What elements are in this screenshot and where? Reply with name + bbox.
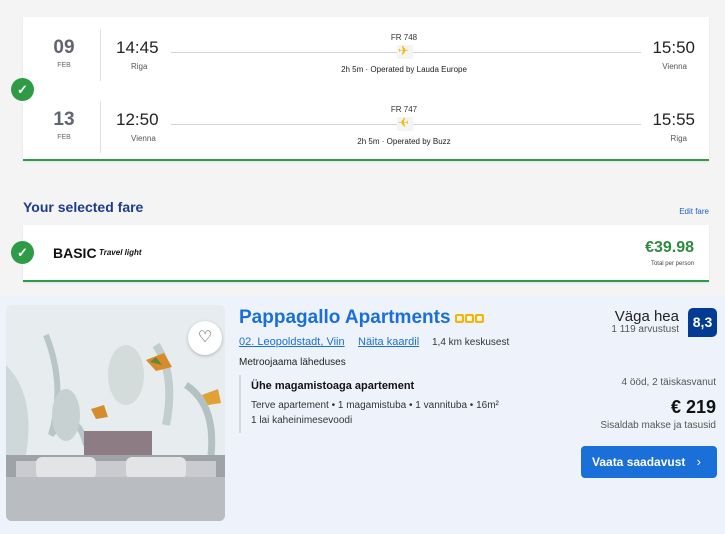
- star-icon: [475, 314, 484, 323]
- hotel-price: € 219: [670, 397, 716, 417]
- departure-time: 14:45: [116, 38, 159, 57]
- favorite-heart-icon[interactable]: ♡: [188, 321, 222, 355]
- fare-name: BASIC: [53, 245, 97, 261]
- taxes-note: Sisaldab makse ja tasusid: [600, 420, 716, 431]
- review-count: 1 119 arvustust: [611, 324, 679, 335]
- plane-outbound-icon: ✈: [397, 43, 413, 59]
- edit-fare-link[interactable]: Edit fare: [679, 207, 709, 216]
- flight-number: FR 747: [390, 105, 418, 114]
- departure-city: Vienna: [131, 134, 156, 143]
- arrival-time: 15:55: [652, 110, 695, 129]
- show-on-map-link[interactable]: Näita kaardil: [358, 336, 419, 348]
- flight-month: FEB: [57, 62, 71, 69]
- review-score-badge: 8,3: [688, 308, 717, 337]
- see-availability-label: Vaata saadavust: [592, 455, 686, 469]
- departure-time: 12:50: [116, 110, 159, 129]
- flight-day: 09: [53, 37, 75, 58]
- arrival-city: Riga: [670, 134, 687, 143]
- arrival-time: 15:50: [652, 38, 695, 57]
- flight-row-outbound: 09 FEB 14:45 Riga FR 748 ✈ 2h 5m · Opera…: [23, 29, 709, 89]
- selected-fare-card: BASIC Travel light €39.98 Total per pers…: [23, 225, 709, 282]
- bed-info: 1 lai kaheinimesevoodi: [251, 415, 353, 426]
- arrival-city: Vienna: [662, 62, 687, 71]
- checkmark-icon: ✓: [11, 78, 34, 101]
- room-type: Ühe magamistoaga apartement: [251, 380, 415, 392]
- room-info-divider: [239, 375, 241, 433]
- chevron-right-icon: ›: [696, 454, 701, 469]
- checkmark-icon: ✓: [11, 241, 34, 264]
- departure-city: Riga: [131, 62, 148, 71]
- divider: [100, 101, 101, 153]
- room-details: Terve apartement • 1 magamistuba • 1 van…: [251, 400, 499, 411]
- flight-number: FR 748: [390, 33, 418, 42]
- rating-word: Väga hea: [614, 308, 679, 325]
- hotel-star-rating: [455, 314, 485, 332]
- star-icon: [455, 314, 464, 323]
- hotel-name[interactable]: Pappagallo Apartments: [239, 307, 451, 329]
- star-icon: [465, 314, 474, 323]
- nights-guests: 4 ööd, 2 täiskasvanut: [621, 377, 716, 388]
- fare-subtitle: Travel light: [99, 248, 142, 257]
- flight-duration: 2h 5m · Operated by Lauda Europe: [341, 65, 467, 74]
- distance-from-center: 1,4 km keskusest: [432, 337, 510, 348]
- plane-return-icon: ✈: [397, 115, 413, 131]
- see-availability-button[interactable]: Vaata saadavust ›: [581, 446, 717, 478]
- flight-month: FEB: [57, 134, 71, 141]
- fare-price: €39.98: [645, 239, 694, 256]
- flight-row-return: 13 FEB 12:50 Vienna FR 747 ✈ 2h 5m · Ope…: [23, 101, 709, 161]
- flight-duration: 2h 5m · Operated by Buzz: [357, 137, 451, 146]
- hotel-location-link[interactable]: 02. Leopoldstadt, Viin: [239, 336, 345, 348]
- flight-itinerary-card: 09 FEB 14:45 Riga FR 748 ✈ 2h 5m · Opera…: [23, 17, 709, 161]
- metro-nearby-label: Metroojaama läheduses: [239, 357, 346, 368]
- hotel-offer-card: ♡ Pappagallo Apartments 02. Leopoldstadt…: [0, 296, 725, 534]
- fare-per-person-label: Total per person: [650, 261, 694, 267]
- flight-day: 13: [53, 109, 75, 130]
- fare-section-title: Your selected fare: [23, 199, 144, 215]
- hotel-photo[interactable]: ♡: [6, 305, 225, 521]
- divider: [100, 29, 101, 81]
